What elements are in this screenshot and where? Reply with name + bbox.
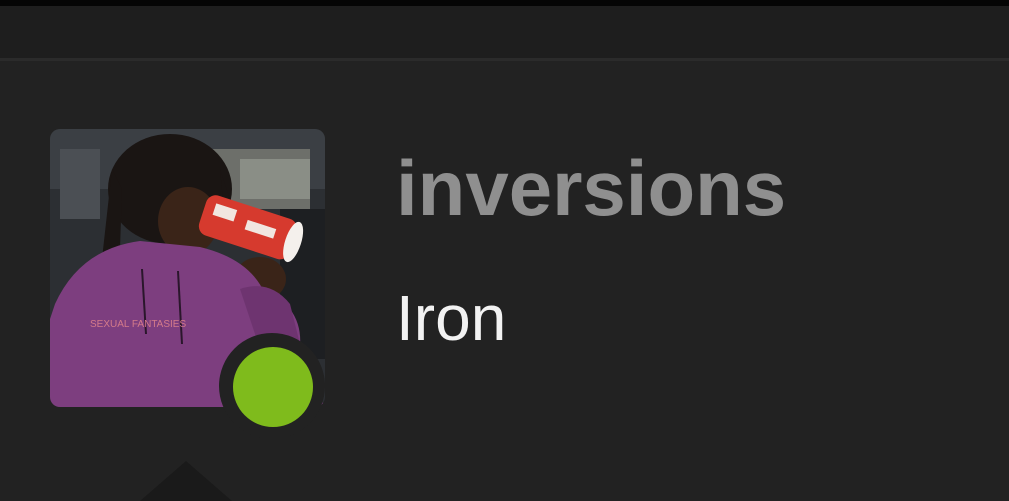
profile-username: inversions <box>396 144 787 232</box>
tooltip-pointer <box>140 461 232 501</box>
top-bar <box>0 6 1009 61</box>
profile-rank: Iron <box>396 282 507 354</box>
profile-card: SEXUAL FANTASIES inversions Iron <box>0 61 1009 501</box>
avatar-shirt-text: SEXUAL FANTASIES <box>90 319 186 330</box>
status-indicator <box>219 333 325 439</box>
online-status-dot-icon <box>233 347 313 427</box>
avatar-container[interactable]: SEXUAL FANTASIES <box>50 129 325 439</box>
